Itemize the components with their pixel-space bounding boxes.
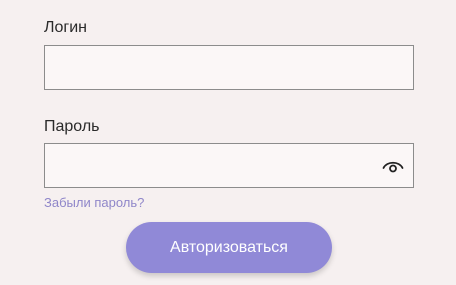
- login-button[interactable]: Авторизоваться: [126, 222, 332, 273]
- login-field-box: [44, 45, 414, 90]
- login-input[interactable]: [45, 46, 413, 89]
- password-field-box: [44, 143, 414, 188]
- password-label: Пароль: [44, 118, 100, 135]
- forgot-password-link[interactable]: Забыли пароль?: [44, 195, 144, 210]
- password-input[interactable]: [45, 144, 413, 187]
- login-label: Логин: [44, 19, 88, 36]
- eye-icon[interactable]: [382, 157, 404, 175]
